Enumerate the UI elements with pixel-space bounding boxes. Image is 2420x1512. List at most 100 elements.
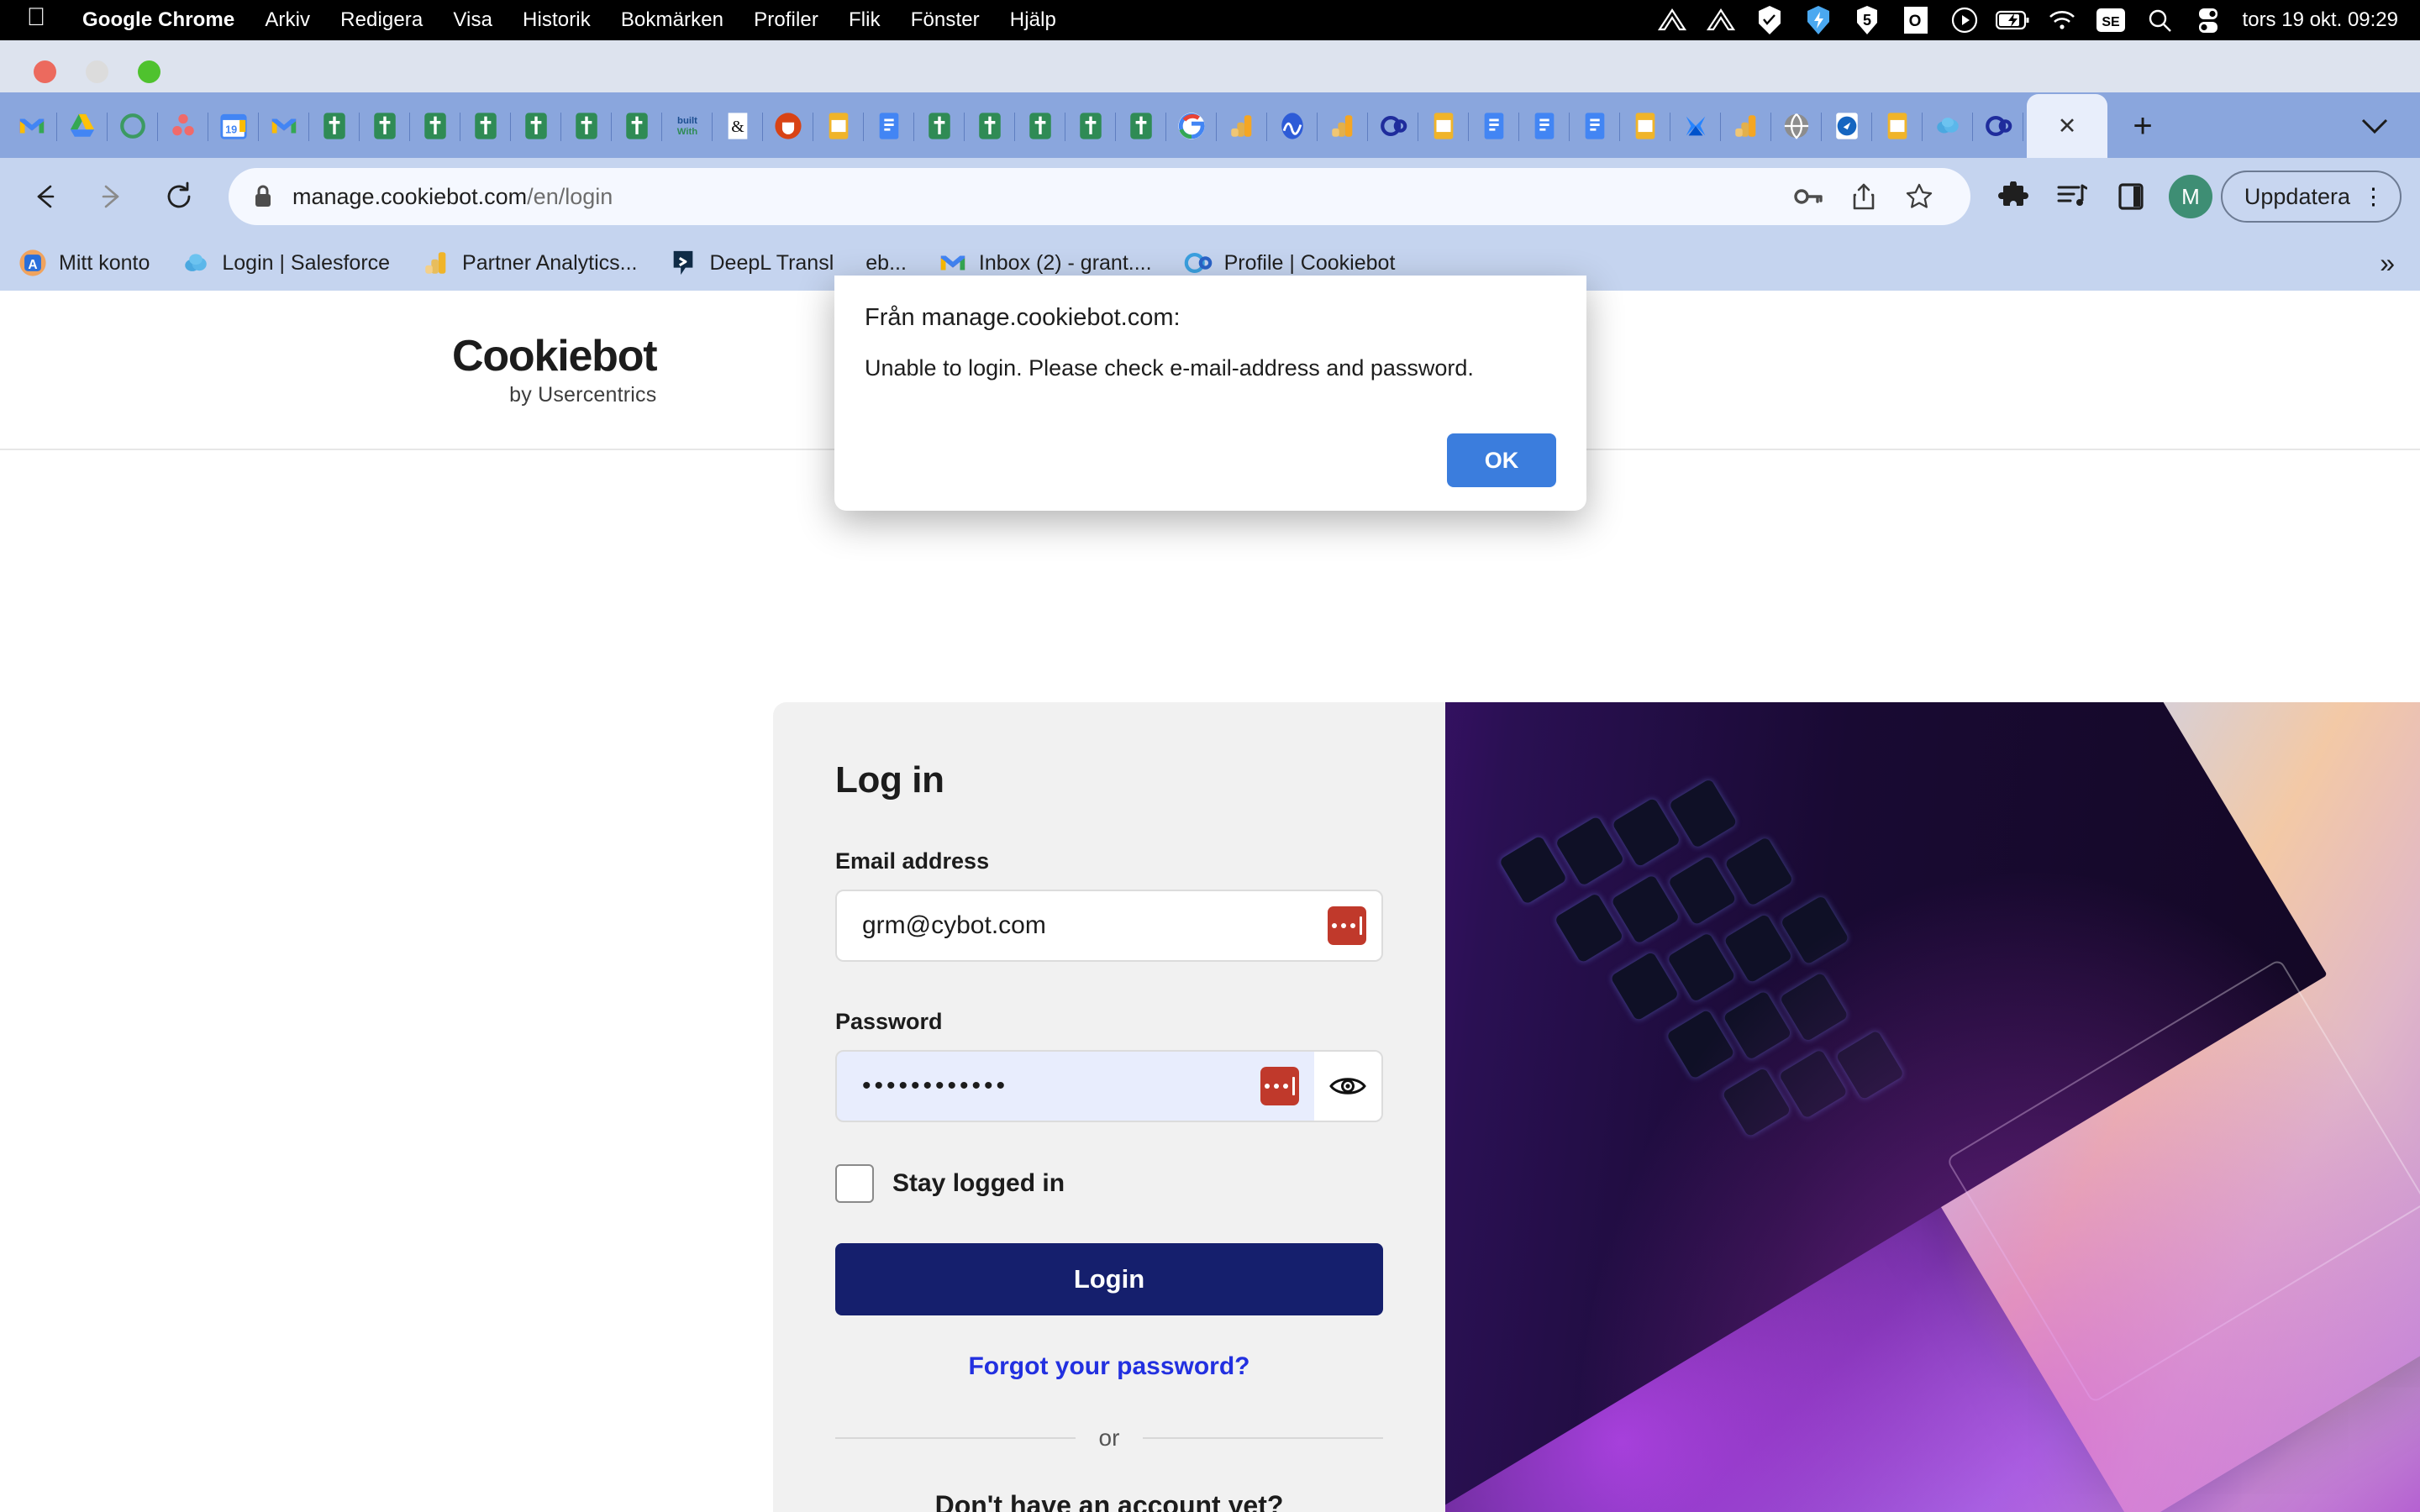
chrome-menu-kebab-icon[interactable]: ⋮ [2362,185,2385,207]
control-center-icon[interactable] [2184,0,2233,40]
menu-item-bokmarken[interactable]: Bokmärken [606,8,739,32]
outlook-icon[interactable]: O [1891,0,1940,40]
forgot-password-link[interactable]: Forgot your password? [835,1352,1383,1381]
extensions-puzzle-icon[interactable] [1984,167,2043,226]
show-password-toggle[interactable] [1314,1052,1381,1121]
menu-item-redigera[interactable]: Redigera [325,8,438,32]
tab-asana[interactable] [158,94,208,158]
menu-item-profiler[interactable]: Profiler [739,8,834,32]
forward-arrow-icon[interactable] [86,171,138,223]
spotlight-search-icon[interactable] [2135,0,2184,40]
avatar[interactable]: M [2168,175,2212,218]
tab-cross-site[interactable] [1116,94,1166,158]
tab-cookiebot[interactable] [108,94,158,158]
menu-bar-clock[interactable]: tors 19 okt. 09:29 [2243,8,2398,32]
bookmark-eb[interactable]: eb... [865,251,907,276]
tab-cross-site[interactable] [612,94,662,158]
tab-cross-site[interactable] [309,94,360,158]
tab-cross-site[interactable] [1065,94,1116,158]
tab-google-drive[interactable] [57,94,108,158]
tab-atlassian[interactable] [1670,94,1721,158]
new-tab-icon[interactable]: + [2107,94,2178,158]
tab-google-analytics[interactable] [1217,94,1267,158]
tab-search-icon[interactable] [2349,94,2400,158]
password-field[interactable]: •••••••••••• [835,1050,1383,1122]
tab-shield-red[interactable] [763,94,813,158]
bookmark-deepl[interactable]: DeepL Transl [669,249,834,277]
nordvpn-icon[interactable] [1697,0,1745,40]
reload-icon[interactable] [153,171,205,223]
menu-item-arkiv[interactable]: Arkiv [250,8,325,32]
tab-cross-site[interactable] [914,94,965,158]
tab-cookiebot[interactable] [1973,94,2023,158]
tab-cross-site[interactable] [410,94,460,158]
tab-google-calendar[interactable]: 19 [208,94,259,158]
tab-builtwith[interactable]: built With [662,94,713,158]
tab-note-yellow[interactable] [1418,94,1469,158]
password-manager-icon[interactable] [1328,906,1366,945]
tab-compass[interactable] [1822,94,1872,158]
bookmark-profile-cookiebot[interactable]: Profile | Cookiebot [1184,249,1395,277]
tab-cross-site[interactable] [511,94,561,158]
media-playlist-icon[interactable] [2043,167,2102,226]
menu-item-google-chrome[interactable]: Google Chrome [67,8,250,32]
login-button[interactable]: Login [835,1243,1383,1315]
tab-google-docs[interactable] [1469,94,1519,158]
tab-google-docs[interactable] [1570,94,1620,158]
tab-google-analytics[interactable] [1318,94,1368,158]
password-manager-icon[interactable] [1260,1067,1299,1105]
wifi-icon[interactable] [2038,0,2086,40]
tab-cross-site[interactable] [360,94,410,158]
address-bar[interactable]: manage.cookiebot.com/en/login [229,168,1970,225]
bookmark-mitt-konto[interactable]: A Mitt konto [18,249,150,277]
play-circle-icon[interactable] [1940,0,1989,40]
email-field[interactable]: grm@cybot.com [835,890,1383,962]
close-tab-icon[interactable]: ✕ [2058,114,2077,138]
battery-charging-icon[interactable] [1989,0,2038,40]
tab-google-analytics[interactable] [1721,94,1771,158]
tab-amplitude[interactable] [1267,94,1318,158]
stay-logged-in-checkbox[interactable] [835,1164,874,1203]
menu-item-visa[interactable]: Visa [438,8,508,32]
tab-google-search[interactable] [1166,94,1217,158]
tab-note-yellow[interactable] [1620,94,1670,158]
menu-item-historik[interactable]: Historik [508,8,606,32]
tab-cross-site[interactable] [460,94,511,158]
tab-gmail[interactable] [259,94,309,158]
tab-google-docs[interactable] [1519,94,1570,158]
tab-cross-site[interactable] [965,94,1015,158]
keyboard-language-se-icon[interactable]: SE [2086,0,2135,40]
menu-item-fonster[interactable]: Fönster [896,8,995,32]
menu-item-hjalp[interactable]: Hjälp [995,8,1071,32]
apple-logo-icon[interactable]:  [17,5,55,30]
shield-vpn-icon[interactable] [1794,0,1843,40]
zoom-window-button[interactable] [138,60,160,83]
menu-item-flik[interactable]: Flik [834,8,896,32]
active-tab-cookiebot-login[interactable]: ✕ [2027,94,2107,158]
tab-note-yellow[interactable] [1872,94,1923,158]
cookiebot-logo[interactable]: Cookiebot by Usercentrics [452,334,658,406]
share-icon[interactable] [1836,169,1891,224]
password-key-icon[interactable] [1781,169,1836,224]
tab-ampersand[interactable]: & [713,94,763,158]
bookmark-partner-analytics[interactable]: Partner Analytics... [422,249,637,277]
tab-cross-site[interactable] [561,94,612,158]
tab-globe[interactable] [1771,94,1822,158]
bookmarks-overflow-icon[interactable]: » [2380,248,2395,279]
grammarly-icon[interactable] [1745,0,1794,40]
minimize-window-button[interactable] [86,60,108,83]
tab-salesforce[interactable] [1923,94,1973,158]
nordvpn-icon[interactable] [1648,0,1697,40]
tab-note-yellow[interactable] [813,94,864,158]
bookmark-inbox-gmail[interactable]: Inbox (2) - grant.... [939,249,1152,277]
side-panel-icon[interactable] [2102,167,2160,226]
close-window-button[interactable] [34,60,56,83]
sketch-icon[interactable]: 5 [1843,0,1891,40]
tab-cross-site[interactable] [1015,94,1065,158]
bookmark-login-salesforce[interactable]: Login | Salesforce [182,249,390,277]
stay-logged-in-row[interactable]: Stay logged in [835,1164,1383,1203]
tab-google-docs[interactable] [864,94,914,158]
dialog-ok-button[interactable]: OK [1447,433,1556,487]
back-arrow-icon[interactable] [18,171,71,223]
tab-gmail[interactable] [7,94,57,158]
